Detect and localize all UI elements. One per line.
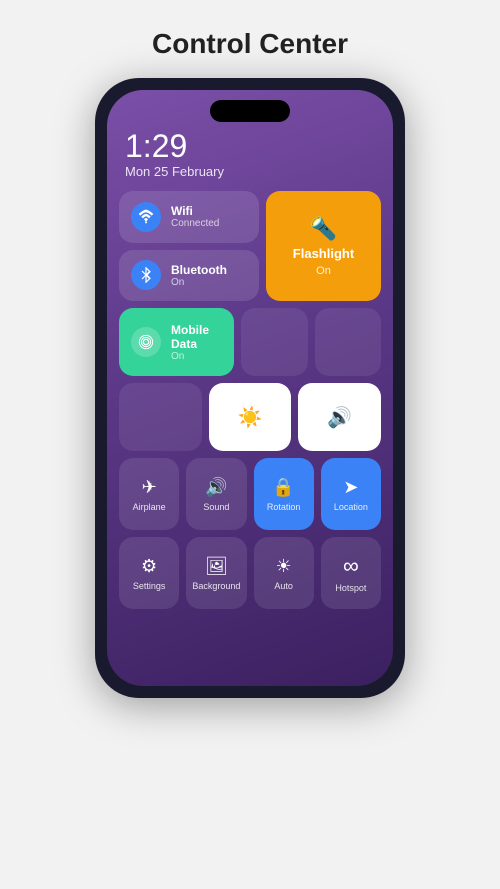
dark-tile-2[interactable] — [315, 308, 381, 376]
rotation-icon: 🔒 — [272, 477, 294, 498]
bluetooth-icon — [131, 260, 161, 290]
hotspot-icon: ∞ — [343, 553, 359, 579]
volume-tile[interactable]: 🔊 — [298, 383, 381, 451]
date: Mon 25 February — [125, 164, 375, 179]
flashlight-icon: 🔦 — [310, 216, 337, 242]
page-title: Control Center — [152, 28, 348, 60]
clock: 1:29 — [125, 130, 375, 162]
airplane-icon: ✈ — [142, 477, 157, 498]
dark-tile-left[interactable] — [119, 383, 202, 451]
row-5: ⚙ Settings 🖼 Background ☀ Auto ∞ Hotspot — [119, 537, 381, 609]
background-icon: 🖼 — [205, 556, 228, 577]
airplane-tile[interactable]: ✈ Airplane — [119, 458, 179, 530]
mobile-data-tile[interactable]: Mobile Data On — [119, 308, 234, 376]
row-2: Mobile Data On — [119, 308, 381, 376]
bluetooth-label: Bluetooth On — [171, 263, 227, 288]
hotspot-tile[interactable]: ∞ Hotspot — [321, 537, 381, 609]
rotation-tile[interactable]: 🔒 Rotation — [254, 458, 314, 530]
controls-grid: Wifi Connected B — [107, 183, 393, 686]
row-4: ✈ Airplane 🔊 Sound 🔒 Rotation ➤ Location — [119, 458, 381, 530]
settings-tile[interactable]: ⚙ Settings — [119, 537, 179, 609]
settings-icon: ⚙ — [141, 556, 157, 577]
wifi-label: Wifi Connected — [171, 204, 219, 229]
brightness-tile[interactable]: ☀️ — [209, 383, 292, 451]
phone-shell: 1:29 Mon 25 February — [95, 78, 405, 698]
mobile-data-label: Mobile Data On — [171, 323, 222, 362]
auto-tile[interactable]: ☀ Auto — [254, 537, 314, 609]
flashlight-tile[interactable]: 🔦 Flashlight On — [266, 191, 381, 301]
dark-tile-1[interactable] — [241, 308, 307, 376]
row-3: ☀️ 🔊 — [119, 383, 381, 451]
sound-tile[interactable]: 🔊 Sound — [186, 458, 246, 530]
dynamic-island — [210, 100, 290, 122]
sound-icon: 🔊 — [205, 477, 227, 498]
bluetooth-tile[interactable]: Bluetooth On — [119, 250, 259, 302]
auto-icon: ☀ — [276, 556, 292, 577]
left-col: Wifi Connected B — [119, 191, 259, 301]
status-area: 1:29 Mon 25 February — [107, 122, 393, 183]
background-tile[interactable]: 🖼 Background — [186, 537, 246, 609]
location-tile[interactable]: ➤ Location — [321, 458, 381, 530]
location-icon: ➤ — [343, 477, 358, 498]
wifi-icon — [131, 202, 161, 232]
phone-screen: 1:29 Mon 25 February — [107, 90, 393, 686]
row-1: Wifi Connected B — [119, 191, 381, 301]
brightness-icon: ☀️ — [238, 405, 263, 430]
mobile-data-icon — [131, 327, 161, 357]
wifi-tile[interactable]: Wifi Connected — [119, 191, 259, 243]
volume-icon: 🔊 — [327, 405, 352, 430]
